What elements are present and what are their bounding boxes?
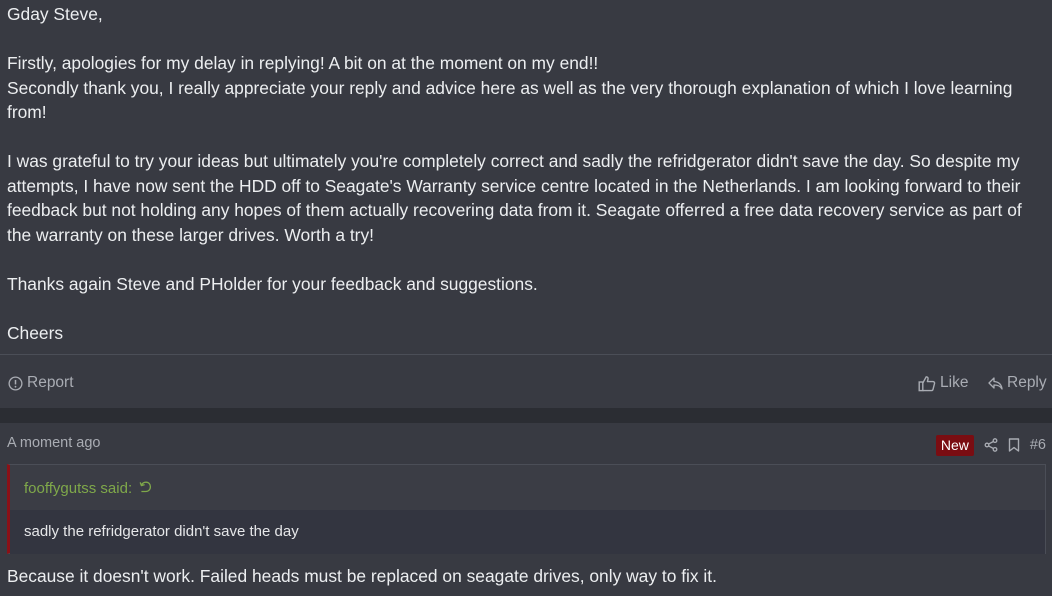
post-separator: [0, 408, 1052, 423]
post-line: Firstly, apologies for my delay in reply…: [7, 53, 599, 73]
report-label: Report: [27, 374, 74, 391]
reply-label: Reply: [1007, 374, 1047, 391]
post-actions-bar: Report Like Reply: [0, 354, 1052, 408]
post-body: Gday Steve, Firstly, apologies for my de…: [7, 2, 1047, 345]
post-line: Secondly thank you, I really appreciate …: [7, 77, 1013, 123]
new-badge: New: [935, 434, 974, 456]
reply-arrow-icon: [988, 376, 1003, 390]
quote-text: sadly the refridgerator didn't save the …: [10, 510, 1045, 554]
report-link[interactable]: Report: [8, 372, 74, 394]
thumbs-up-icon: [918, 375, 936, 392]
post-line: Gday Steve,: [7, 4, 103, 24]
post-message: Gday Steve, Firstly, apologies for my de…: [0, 0, 1052, 408]
post-line: Cheers: [7, 322, 64, 343]
post-line: Thanks again Steve and PHolder for your …: [7, 273, 538, 294]
post-message: A moment ago New #6 fooffygutss said: sa…: [0, 423, 1052, 596]
share-icon[interactable]: [984, 438, 998, 452]
post-body: Because it doesn't work. Failed heads mu…: [7, 566, 717, 586]
bookmark-icon[interactable]: [1008, 438, 1020, 452]
reply-button[interactable]: Reply: [988, 372, 1047, 394]
post-line: I was grateful to try your ideas but ult…: [7, 151, 1022, 245]
quote-block: fooffygutss said: sadly the refridgerato…: [7, 464, 1046, 554]
post-number-link[interactable]: #6: [1030, 437, 1046, 453]
quote-author[interactable]: fooffygutss said:: [24, 480, 132, 497]
alert-circle-icon: [8, 375, 23, 391]
post-meta: New #6: [935, 433, 1046, 457]
quote-header: fooffygutss said:: [10, 465, 1045, 510]
like-label: Like: [940, 374, 969, 391]
jump-to-quote-icon[interactable]: [138, 480, 152, 498]
like-button[interactable]: Like: [918, 372, 968, 394]
post-timestamp[interactable]: A moment ago: [7, 435, 101, 451]
